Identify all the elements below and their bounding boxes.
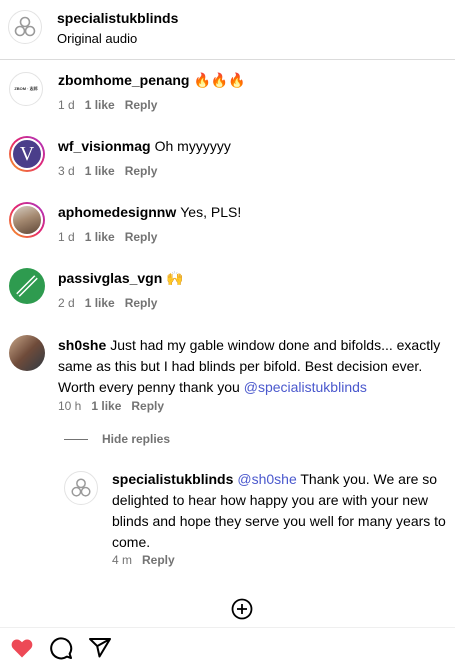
share-icon xyxy=(89,638,111,658)
comment-text: passivglas_vgn 🙌 xyxy=(58,268,443,289)
comment-username[interactable]: specialistukblinds xyxy=(112,471,233,487)
comment-time: 2 d xyxy=(58,296,75,310)
post-header: specialistukblinds Original audio xyxy=(0,0,455,60)
mention-link[interactable]: @sh0she xyxy=(237,471,296,487)
comment-username[interactable]: passivglas_vgn xyxy=(58,270,162,286)
comment-username[interactable]: wf_visionmag xyxy=(58,138,151,154)
comment-text: aphomedesignnw Yes, PLS! xyxy=(58,202,443,223)
avatar-letter: V xyxy=(19,142,35,165)
comment-likes[interactable]: 1 like xyxy=(85,98,115,112)
logo-icon xyxy=(14,16,36,37)
comment-likes[interactable]: 1 like xyxy=(91,399,121,413)
action-bar xyxy=(0,627,455,667)
comment-text: specialistukblinds @sh0she Thank you. We … xyxy=(112,469,448,553)
comment-time: 1 d xyxy=(58,230,75,244)
avatar-logo-icon xyxy=(16,275,38,297)
logo-icon xyxy=(71,478,91,497)
avatar[interactable] xyxy=(64,471,98,505)
comment-icon xyxy=(50,637,73,660)
fire-icon: 🔥🔥🔥 xyxy=(193,72,246,88)
share-button[interactable] xyxy=(88,636,112,660)
account-username[interactable]: specialistukblinds xyxy=(57,10,178,26)
avatar-logo-text: ZBOM · 志邦 xyxy=(14,86,38,91)
avatar[interactable]: V xyxy=(9,136,45,172)
hide-replies-toggle[interactable]: Hide replies xyxy=(64,432,170,446)
comment-likes[interactable]: 1 like xyxy=(85,164,115,178)
comment-body: Oh myyyyyy xyxy=(154,138,231,154)
reply-button[interactable]: Reply xyxy=(125,230,158,244)
comment-username[interactable]: sh0she xyxy=(58,337,106,353)
reply-button[interactable]: Reply xyxy=(125,98,158,112)
divider-line xyxy=(64,438,88,440)
comment-time: 10 h xyxy=(58,399,82,413)
comment-username[interactable]: aphomedesignnw xyxy=(58,204,176,220)
comment-likes[interactable]: 1 like xyxy=(85,296,115,310)
reply-button[interactable]: Reply xyxy=(142,553,175,567)
comment-time: 3 d xyxy=(58,164,75,178)
comment-meta: 3 d 1 like Reply xyxy=(58,164,157,178)
comment-likes[interactable]: 1 like xyxy=(85,230,115,244)
raised-hands-icon: 🙌 xyxy=(166,270,184,286)
comment-text: zbomhome_penang 🔥🔥🔥 xyxy=(58,70,443,91)
avatar[interactable] xyxy=(9,335,45,371)
comment-meta: 4 m Reply xyxy=(112,553,175,567)
heart-icon xyxy=(11,639,33,658)
avatar[interactable]: ZBOM · 志邦 xyxy=(9,72,43,106)
avatar[interactable] xyxy=(9,268,45,304)
comment-username[interactable]: zbomhome_penang xyxy=(58,72,189,88)
comment-body: Yes, PLS! xyxy=(180,204,242,220)
like-button[interactable] xyxy=(10,636,34,660)
comment-time: 4 m xyxy=(112,553,133,567)
hide-replies-label[interactable]: Hide replies xyxy=(102,432,170,446)
comment-text: wf_visionmag Oh myyyyyy xyxy=(58,136,443,157)
load-more-button[interactable] xyxy=(231,598,253,620)
comment-meta: 2 d 1 like Reply xyxy=(58,296,157,310)
mention-link[interactable]: @specialistukblinds xyxy=(244,379,367,395)
reply-button[interactable]: Reply xyxy=(131,399,164,413)
avatar[interactable] xyxy=(9,202,45,238)
reply-button[interactable]: Reply xyxy=(125,164,158,178)
comment-text: sh0she Just had my gable window done and … xyxy=(58,335,443,398)
comment-meta: 1 d 1 like Reply xyxy=(58,230,157,244)
audio-label[interactable]: Original audio xyxy=(57,31,137,46)
comment-time: 1 d xyxy=(58,98,75,112)
comment-button[interactable] xyxy=(49,636,73,660)
add-circle-icon xyxy=(231,598,253,620)
comment-meta: 10 h 1 like Reply xyxy=(58,399,164,413)
comment-meta: 1 d 1 like Reply xyxy=(58,98,157,112)
reply-button[interactable]: Reply xyxy=(125,296,158,310)
account-avatar[interactable] xyxy=(8,10,42,44)
